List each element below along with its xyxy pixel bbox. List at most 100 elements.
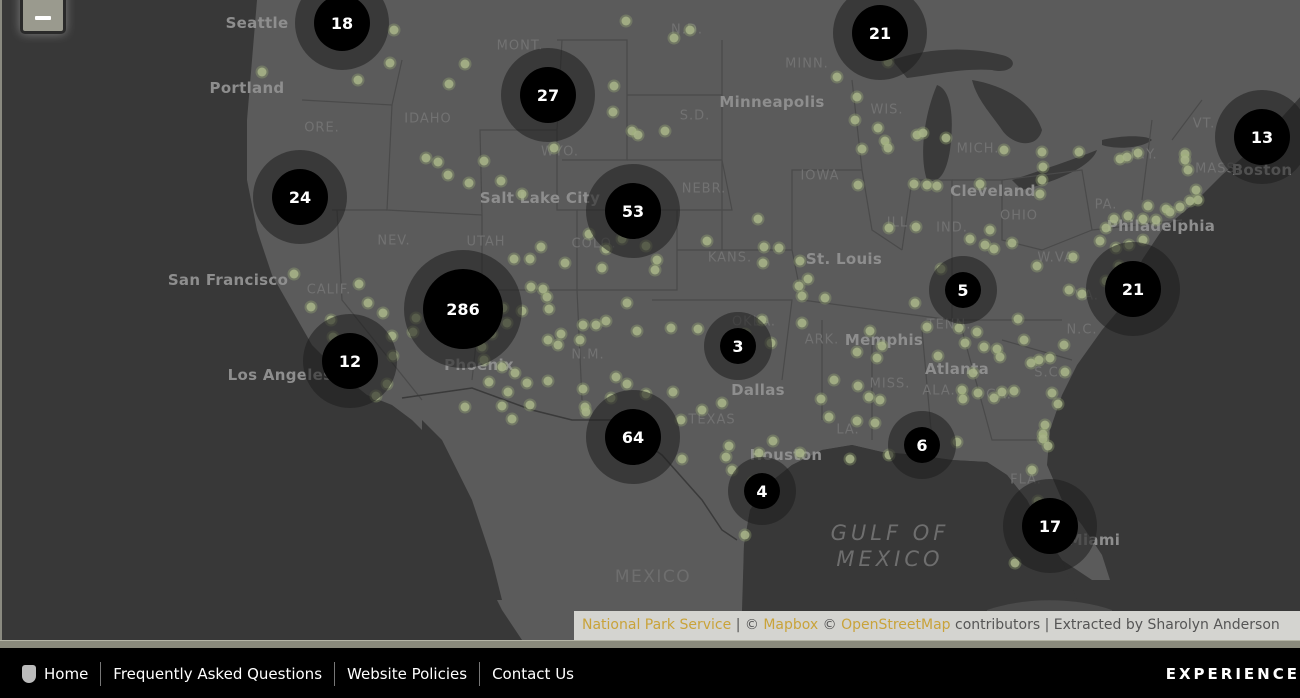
cluster-marker[interactable]: 24 — [253, 150, 347, 244]
park-site-marker[interactable] — [999, 145, 1009, 155]
park-site-marker[interactable] — [1007, 238, 1017, 248]
cluster-marker[interactable]: 13 — [1215, 90, 1300, 184]
park-site-marker[interactable] — [517, 189, 527, 199]
park-site-marker[interactable] — [622, 379, 632, 389]
park-site-marker[interactable] — [794, 281, 804, 291]
park-site-marker[interactable] — [884, 223, 894, 233]
park-site-marker[interactable] — [1027, 465, 1037, 475]
park-site-marker[interactable] — [503, 387, 513, 397]
park-site-marker[interactable] — [845, 454, 855, 464]
park-site-marker[interactable] — [797, 318, 807, 328]
park-site-marker[interactable] — [1138, 214, 1148, 224]
park-site-marker[interactable] — [549, 143, 559, 153]
park-site-marker[interactable] — [650, 265, 660, 275]
park-site-marker[interactable] — [693, 324, 703, 334]
park-site-marker[interactable] — [1045, 353, 1055, 363]
park-site-marker[interactable] — [1101, 223, 1111, 233]
cluster-marker[interactable]: 5 — [929, 256, 997, 324]
park-site-marker[interactable] — [864, 392, 874, 402]
park-site-marker[interactable] — [853, 180, 863, 190]
park-site-marker[interactable] — [1122, 152, 1132, 162]
cluster-marker[interactable]: 286 — [404, 250, 522, 368]
openstreetmap-link[interactable]: OpenStreetMap — [841, 617, 950, 633]
park-site-marker[interactable] — [538, 284, 548, 294]
park-site-marker[interactable] — [509, 254, 519, 264]
park-site-marker[interactable] — [922, 322, 932, 332]
zoom-out-button[interactable] — [20, 0, 66, 34]
park-site-marker[interactable] — [795, 448, 805, 458]
footer-link-website-policies[interactable]: Website Policies — [334, 662, 479, 686]
park-site-marker[interactable] — [354, 279, 364, 289]
park-site-marker[interactable] — [1043, 441, 1053, 451]
park-site-marker[interactable] — [721, 452, 731, 462]
park-site-marker[interactable] — [829, 375, 839, 385]
park-site-marker[interactable] — [724, 441, 734, 451]
park-site-marker[interactable] — [536, 242, 546, 252]
park-site-marker[interactable] — [911, 222, 921, 232]
park-site-marker[interactable] — [1180, 155, 1190, 165]
park-site-marker[interactable] — [1059, 340, 1069, 350]
nps-link[interactable]: National Park Service — [582, 617, 731, 633]
park-site-marker[interactable] — [768, 436, 778, 446]
park-site-marker[interactable] — [497, 362, 507, 372]
park-site-marker[interactable] — [433, 157, 443, 167]
park-site-marker[interactable] — [1047, 388, 1057, 398]
park-site-marker[interactable] — [883, 143, 893, 153]
park-site-marker[interactable] — [1143, 201, 1153, 211]
park-site-marker[interactable] — [1183, 165, 1193, 175]
park-site-marker[interactable] — [875, 395, 885, 405]
park-site-marker[interactable] — [443, 170, 453, 180]
park-site-marker[interactable] — [553, 340, 563, 350]
park-site-marker[interactable] — [1038, 162, 1048, 172]
cluster-marker[interactable]: 12 — [303, 314, 397, 408]
park-site-marker[interactable] — [421, 153, 431, 163]
park-site-marker[interactable] — [660, 126, 670, 136]
cluster-marker[interactable]: 53 — [586, 164, 680, 258]
map-canvas[interactable]: ORE.IDAHOMONT.WYO.NEV.UTAHCALIF.COLO.N.D… — [0, 0, 1300, 640]
park-site-marker[interactable] — [958, 394, 968, 404]
park-site-marker[interactable] — [543, 376, 553, 386]
park-site-marker[interactable] — [389, 25, 399, 35]
park-site-marker[interactable] — [591, 320, 601, 330]
park-site-marker[interactable] — [560, 258, 570, 268]
park-site-marker[interactable] — [795, 256, 805, 266]
park-site-marker[interactable] — [525, 400, 535, 410]
footer-link-faq[interactable]: Frequently Asked Questions — [100, 662, 334, 686]
park-site-marker[interactable] — [526, 282, 536, 292]
cluster-marker[interactable]: 4 — [728, 457, 796, 525]
park-site-marker[interactable] — [1060, 367, 1070, 377]
mapbox-link[interactable]: Mapbox — [763, 617, 818, 633]
park-site-marker[interactable] — [668, 387, 678, 397]
park-site-marker[interactable] — [479, 156, 489, 166]
park-site-marker[interactable] — [601, 316, 611, 326]
park-site-marker[interactable] — [758, 258, 768, 268]
park-site-marker[interactable] — [910, 298, 920, 308]
park-site-marker[interactable] — [973, 388, 983, 398]
park-site-marker[interactable] — [753, 214, 763, 224]
park-site-marker[interactable] — [873, 123, 883, 133]
park-site-marker[interactable] — [496, 176, 506, 186]
park-site-marker[interactable] — [632, 326, 642, 336]
park-site-marker[interactable] — [608, 107, 618, 117]
park-site-marker[interactable] — [759, 242, 769, 252]
park-site-marker[interactable] — [1019, 335, 1029, 345]
park-site-marker[interactable] — [621, 16, 631, 26]
park-site-marker[interactable] — [669, 33, 679, 43]
park-site-marker[interactable] — [622, 298, 632, 308]
park-site-marker[interactable] — [1035, 189, 1045, 199]
cluster-marker[interactable]: 6 — [888, 411, 956, 479]
park-site-marker[interactable] — [972, 327, 982, 337]
park-site-marker[interactable] — [289, 269, 299, 279]
park-site-marker[interactable] — [1068, 252, 1078, 262]
park-site-marker[interactable] — [980, 240, 990, 250]
park-site-marker[interactable] — [909, 179, 919, 189]
park-site-marker[interactable] — [865, 326, 875, 336]
park-site-marker[interactable] — [464, 178, 474, 188]
park-site-marker[interactable] — [666, 323, 676, 333]
park-site-marker[interactable] — [1037, 147, 1047, 157]
park-site-marker[interactable] — [525, 254, 535, 264]
park-site-marker[interactable] — [306, 302, 316, 312]
park-site-marker[interactable] — [717, 398, 727, 408]
cluster-marker[interactable]: 3 — [704, 312, 772, 380]
park-site-marker[interactable] — [1009, 386, 1019, 396]
